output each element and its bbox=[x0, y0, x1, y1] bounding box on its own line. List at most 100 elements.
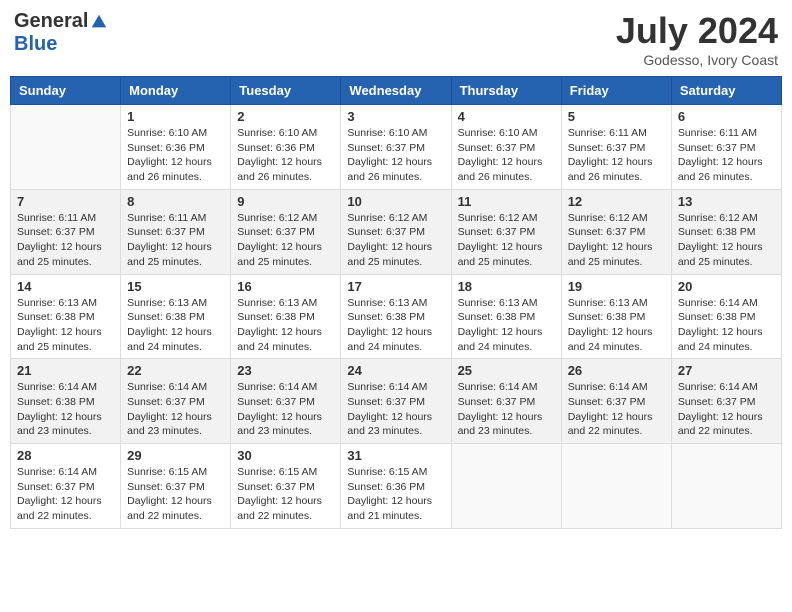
calendar-day-cell: 30 Sunrise: 6:15 AM Sunset: 6:37 PM Dayli… bbox=[231, 444, 341, 529]
day-number: 13 bbox=[678, 194, 775, 209]
calendar-day-cell bbox=[451, 444, 561, 529]
day-info: Sunrise: 6:14 AM Sunset: 6:37 PM Dayligh… bbox=[678, 380, 775, 439]
day-header-wednesday: Wednesday bbox=[341, 77, 451, 105]
day-info: Sunrise: 6:14 AM Sunset: 6:37 PM Dayligh… bbox=[127, 380, 224, 439]
day-number: 30 bbox=[237, 448, 334, 463]
calendar-day-cell: 10 Sunrise: 6:12 AM Sunset: 6:37 PM Dayli… bbox=[341, 189, 451, 274]
calendar-day-cell: 3 Sunrise: 6:10 AM Sunset: 6:37 PM Daylig… bbox=[341, 105, 451, 190]
month-year-title: July 2024 bbox=[616, 10, 778, 52]
day-info: Sunrise: 6:11 AM Sunset: 6:37 PM Dayligh… bbox=[568, 126, 665, 185]
calendar-day-cell: 27Sunrise: 6:14 AM Sunset: 6:37 PM Dayli… bbox=[671, 359, 781, 444]
day-info: Sunrise: 6:10 AM Sunset: 6:37 PM Dayligh… bbox=[458, 126, 555, 185]
calendar-day-cell: 6 Sunrise: 6:11 AM Sunset: 6:37 PM Daylig… bbox=[671, 105, 781, 190]
day-info: Sunrise: 6:14 AM Sunset: 6:37 PM Dayligh… bbox=[568, 380, 665, 439]
calendar-day-cell: 16Sunrise: 6:13 AM Sunset: 6:38 PM Dayli… bbox=[231, 274, 341, 359]
day-number: 21 bbox=[17, 363, 114, 378]
day-number: 6 bbox=[678, 109, 775, 124]
day-info: Sunrise: 6:13 AM Sunset: 6:38 PM Dayligh… bbox=[17, 296, 114, 355]
calendar-day-cell: 20 Sunrise: 6:14 AM Sunset: 6:38 PM Dayli… bbox=[671, 274, 781, 359]
day-number: 8 bbox=[127, 194, 224, 209]
calendar-day-cell bbox=[561, 444, 671, 529]
calendar-week-row: 21Sunrise: 6:14 AM Sunset: 6:38 PM Dayli… bbox=[11, 359, 782, 444]
calendar-day-cell: 12 Sunrise: 6:12 AM Sunset: 6:37 PM Dayli… bbox=[561, 189, 671, 274]
calendar-day-cell: 21Sunrise: 6:14 AM Sunset: 6:38 PM Dayli… bbox=[11, 359, 121, 444]
day-number: 20 bbox=[678, 279, 775, 294]
day-info: Sunrise: 6:12 AM Sunset: 6:37 PM Dayligh… bbox=[237, 211, 334, 270]
calendar-day-cell: 5Sunrise: 6:11 AM Sunset: 6:37 PM Daylig… bbox=[561, 105, 671, 190]
location-subtitle: Godesso, Ivory Coast bbox=[616, 52, 778, 68]
calendar-day-cell: 7Sunrise: 6:11 AM Sunset: 6:37 PM Daylig… bbox=[11, 189, 121, 274]
day-info: Sunrise: 6:12 AM Sunset: 6:38 PM Dayligh… bbox=[678, 211, 775, 270]
calendar-day-cell bbox=[671, 444, 781, 529]
calendar-week-row: 28 Sunrise: 6:14 AM Sunset: 6:37 PM Dayli… bbox=[11, 444, 782, 529]
calendar-day-cell: 23Sunrise: 6:14 AM Sunset: 6:37 PM Dayli… bbox=[231, 359, 341, 444]
day-number: 28 bbox=[17, 448, 114, 463]
calendar-week-row: 1 Sunrise: 6:10 AM Sunset: 6:36 PM Daylig… bbox=[11, 105, 782, 190]
calendar-day-cell: 11 Sunrise: 6:12 AM Sunset: 6:37 PM Dayli… bbox=[451, 189, 561, 274]
day-number: 2 bbox=[237, 109, 334, 124]
day-info: Sunrise: 6:12 AM Sunset: 6:37 PM Dayligh… bbox=[347, 211, 444, 270]
day-info: Sunrise: 6:13 AM Sunset: 6:38 PM Dayligh… bbox=[127, 296, 224, 355]
calendar-week-row: 7Sunrise: 6:11 AM Sunset: 6:37 PM Daylig… bbox=[11, 189, 782, 274]
day-header-monday: Monday bbox=[121, 77, 231, 105]
day-header-tuesday: Tuesday bbox=[231, 77, 341, 105]
calendar-day-cell: 18Sunrise: 6:13 AM Sunset: 6:38 PM Dayli… bbox=[451, 274, 561, 359]
calendar-header-row: SundayMondayTuesdayWednesdayThursdayFrid… bbox=[11, 77, 782, 105]
day-number: 12 bbox=[568, 194, 665, 209]
day-info: Sunrise: 6:12 AM Sunset: 6:37 PM Dayligh… bbox=[568, 211, 665, 270]
day-info: Sunrise: 6:14 AM Sunset: 6:37 PM Dayligh… bbox=[458, 380, 555, 439]
day-info: Sunrise: 6:11 AM Sunset: 6:37 PM Dayligh… bbox=[678, 126, 775, 185]
day-number: 9 bbox=[237, 194, 334, 209]
day-number: 22 bbox=[127, 363, 224, 378]
calendar-day-cell: 1 Sunrise: 6:10 AM Sunset: 6:36 PM Daylig… bbox=[121, 105, 231, 190]
day-info: Sunrise: 6:15 AM Sunset: 6:37 PM Dayligh… bbox=[127, 465, 224, 524]
calendar-day-cell: 2 Sunrise: 6:10 AM Sunset: 6:36 PM Daylig… bbox=[231, 105, 341, 190]
logo-icon bbox=[90, 13, 108, 31]
day-info: Sunrise: 6:15 AM Sunset: 6:36 PM Dayligh… bbox=[347, 465, 444, 524]
calendar-day-cell: 8 Sunrise: 6:11 AM Sunset: 6:37 PM Daylig… bbox=[121, 189, 231, 274]
day-info: Sunrise: 6:10 AM Sunset: 6:37 PM Dayligh… bbox=[347, 126, 444, 185]
day-info: Sunrise: 6:14 AM Sunset: 6:37 PM Dayligh… bbox=[17, 465, 114, 524]
day-info: Sunrise: 6:10 AM Sunset: 6:36 PM Dayligh… bbox=[237, 126, 334, 185]
calendar-day-cell: 14 Sunrise: 6:13 AM Sunset: 6:38 PM Dayli… bbox=[11, 274, 121, 359]
day-number: 17 bbox=[347, 279, 444, 294]
day-number: 25 bbox=[458, 363, 555, 378]
day-number: 29 bbox=[127, 448, 224, 463]
day-number: 31 bbox=[347, 448, 444, 463]
day-number: 19 bbox=[568, 279, 665, 294]
day-info: Sunrise: 6:13 AM Sunset: 6:38 PM Dayligh… bbox=[237, 296, 334, 355]
logo-blue-text: Blue bbox=[14, 33, 57, 56]
calendar-day-cell: 22 Sunrise: 6:14 AM Sunset: 6:37 PM Dayli… bbox=[121, 359, 231, 444]
day-header-friday: Friday bbox=[561, 77, 671, 105]
day-info: Sunrise: 6:15 AM Sunset: 6:37 PM Dayligh… bbox=[237, 465, 334, 524]
calendar-day-cell: 4 Sunrise: 6:10 AM Sunset: 6:37 PM Daylig… bbox=[451, 105, 561, 190]
calendar-day-cell: 24 Sunrise: 6:14 AM Sunset: 6:37 PM Dayli… bbox=[341, 359, 451, 444]
day-number: 3 bbox=[347, 109, 444, 124]
day-number: 1 bbox=[127, 109, 224, 124]
calendar-week-row: 14 Sunrise: 6:13 AM Sunset: 6:38 PM Dayli… bbox=[11, 274, 782, 359]
day-number: 18 bbox=[458, 279, 555, 294]
calendar-day-cell: 13 Sunrise: 6:12 AM Sunset: 6:38 PM Dayli… bbox=[671, 189, 781, 274]
day-info: Sunrise: 6:11 AM Sunset: 6:37 PM Dayligh… bbox=[127, 211, 224, 270]
day-number: 24 bbox=[347, 363, 444, 378]
day-info: Sunrise: 6:14 AM Sunset: 6:37 PM Dayligh… bbox=[237, 380, 334, 439]
calendar-day-cell: 28 Sunrise: 6:14 AM Sunset: 6:37 PM Dayli… bbox=[11, 444, 121, 529]
day-number: 4 bbox=[458, 109, 555, 124]
day-number: 11 bbox=[458, 194, 555, 209]
day-info: Sunrise: 6:12 AM Sunset: 6:37 PM Dayligh… bbox=[458, 211, 555, 270]
calendar-day-cell bbox=[11, 105, 121, 190]
day-number: 15 bbox=[127, 279, 224, 294]
day-header-sunday: Sunday bbox=[11, 77, 121, 105]
day-info: Sunrise: 6:13 AM Sunset: 6:38 PM Dayligh… bbox=[347, 296, 444, 355]
logo-general-text: General bbox=[14, 10, 88, 33]
day-info: Sunrise: 6:14 AM Sunset: 6:38 PM Dayligh… bbox=[678, 296, 775, 355]
page-header: General Blue July 2024 Godesso, Ivory Co… bbox=[10, 10, 782, 68]
day-info: Sunrise: 6:14 AM Sunset: 6:37 PM Dayligh… bbox=[347, 380, 444, 439]
day-number: 26 bbox=[568, 363, 665, 378]
day-number: 14 bbox=[17, 279, 114, 294]
calendar-day-cell: 26 Sunrise: 6:14 AM Sunset: 6:37 PM Dayli… bbox=[561, 359, 671, 444]
calendar-day-cell: 9 Sunrise: 6:12 AM Sunset: 6:37 PM Daylig… bbox=[231, 189, 341, 274]
day-info: Sunrise: 6:10 AM Sunset: 6:36 PM Dayligh… bbox=[127, 126, 224, 185]
day-number: 10 bbox=[347, 194, 444, 209]
day-info: Sunrise: 6:13 AM Sunset: 6:38 PM Dayligh… bbox=[568, 296, 665, 355]
